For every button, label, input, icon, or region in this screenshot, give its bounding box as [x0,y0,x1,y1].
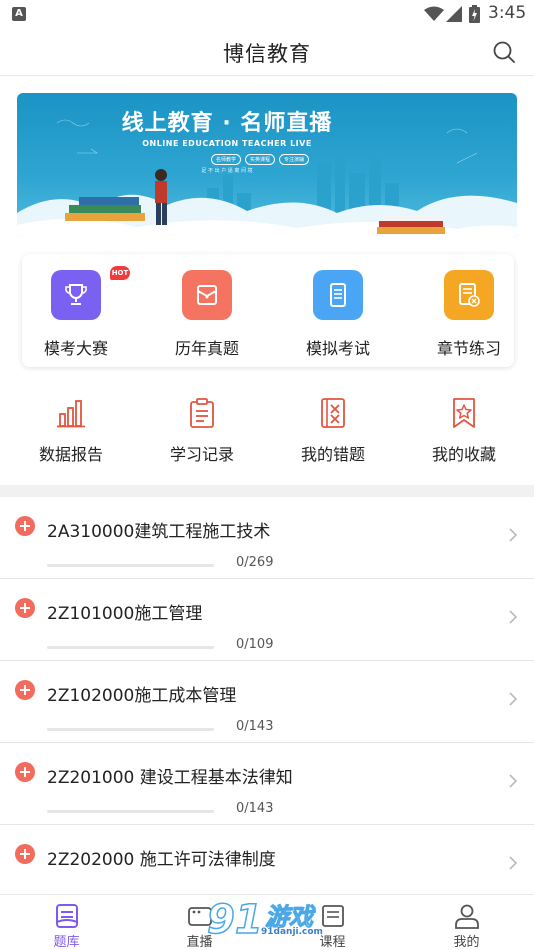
chapter-title: 2Z202000 施工许可法律制度 [47,850,276,870]
tool-label: 我的收藏 [431,445,496,464]
banner-tags: 名师教学 实英课程 专注演辅 [211,154,313,165]
progress-count: 0/109 [236,637,274,652]
search-icon[interactable] [492,40,516,64]
promo-banner[interactable]: 线上教育 · 名师直播 ONLINE EDUCATION TEACHER LIV… [17,93,517,238]
chapter-row[interactable]: 2Z201000 建设工程基本法律知 0/143 [0,743,534,825]
tool-label: 我的错题 [300,445,365,464]
tab-label: 题库 [53,935,80,950]
feature-label: 历年真题 [174,339,239,358]
tool-label: 数据报告 [38,445,103,464]
chapter-title: 2A310000建筑工程施工技术 [47,522,271,542]
banner-tag: 实英课程 [245,154,276,165]
progress-track [47,646,214,649]
page-title: 博信教育 [223,42,311,66]
hot-badge: HOT [110,266,130,280]
star-bookmark-icon [453,398,475,428]
banner-tag: 专注演辅 [279,154,310,165]
feature-mock-exam[interactable]: 模拟考试 [288,270,388,360]
feature-card: HOT 模考大赛 历年真题 模拟考试 章节练习 [22,254,514,367]
tablet-icon [313,270,363,320]
feature-mock-contest[interactable]: HOT 模考大赛 [26,266,130,360]
tool-data-report[interactable]: 数据报告 [21,398,121,468]
feature-label: 章节练习 [436,339,501,358]
clipboard-icon [190,398,214,428]
banner-subtitle: ONLINE EDUCATION TEACHER LIVE [142,139,312,148]
expand-plus-icon[interactable] [15,762,35,782]
tool-favorites[interactable]: 我的收藏 [414,398,514,468]
chevron-right-icon [509,528,518,542]
feature-past-papers[interactable]: 历年真题 [157,270,257,360]
envelope-icon [182,270,232,320]
chevron-right-icon [509,692,518,706]
svg-text:91: 91 [207,897,263,943]
banner-tag: 名师教学 [211,154,242,165]
expand-plus-icon[interactable] [15,844,35,864]
chapter-title: 2Z101000施工管理 [47,604,203,624]
chapter-title: 2Z102000施工成本管理 [47,686,237,706]
tool-study-record[interactable]: 学习记录 [152,398,252,468]
watermark-site: 91danji.com [261,927,323,937]
notification-a-icon: A [12,7,26,21]
watermark: 91 游戏 91danji.com [205,895,340,945]
bar-chart-icon [57,400,85,428]
status-bar: A 3:45 [0,0,534,28]
user-icon [455,904,479,929]
progress-track [47,564,214,567]
tool-label: 学习记录 [169,445,234,464]
document-cancel-icon [444,270,494,320]
chevron-right-icon [509,610,518,624]
tab-label: 我的 [453,935,480,950]
trophy-icon [51,270,101,320]
feature-label: 模拟考试 [305,339,370,358]
expand-plus-icon[interactable] [15,516,35,536]
progress-count: 0/143 [236,719,274,734]
banner-title: 线上教育 · 名师直播 [121,111,333,136]
status-time: 3:45 [488,3,527,23]
chapter-row[interactable]: 2A310000建筑工程施工技术 0/269 [0,497,534,579]
progress-count: 0/269 [236,555,274,570]
watermark-logo: 91 [206,896,263,943]
banner-note: 足 不 出 户 逼 离 间 境 [201,168,253,174]
expand-plus-icon[interactable] [15,598,35,618]
feature-label: 模考大赛 [43,339,108,358]
feature-chapter-practice[interactable]: 章节练习 [419,270,519,360]
progress-track [47,728,214,731]
chevron-right-icon [509,856,518,870]
tab-profile[interactable]: 我的 [400,895,533,950]
chapter-row[interactable]: 2Z101000施工管理 0/109 [0,579,534,661]
wifi-icon [424,6,444,21]
chapter-row[interactable]: 2Z102000施工成本管理 0/143 [0,661,534,743]
progress-track [47,810,214,813]
chapter-title: 2Z201000 建设工程基本法律知 [47,768,293,788]
expand-plus-icon[interactable] [15,680,35,700]
chevron-right-icon [509,774,518,788]
tab-question-bank[interactable]: 题库 [0,895,133,950]
section-divider [0,485,534,497]
signal-icon [446,6,462,22]
question-bank-icon [56,904,78,928]
tool-wrong-questions[interactable]: 我的错题 [283,398,383,468]
progress-count: 0/143 [236,801,274,816]
battery-charging-icon [469,5,480,23]
wrong-book-icon [321,398,345,428]
app-header: 博信教育 [0,28,534,76]
